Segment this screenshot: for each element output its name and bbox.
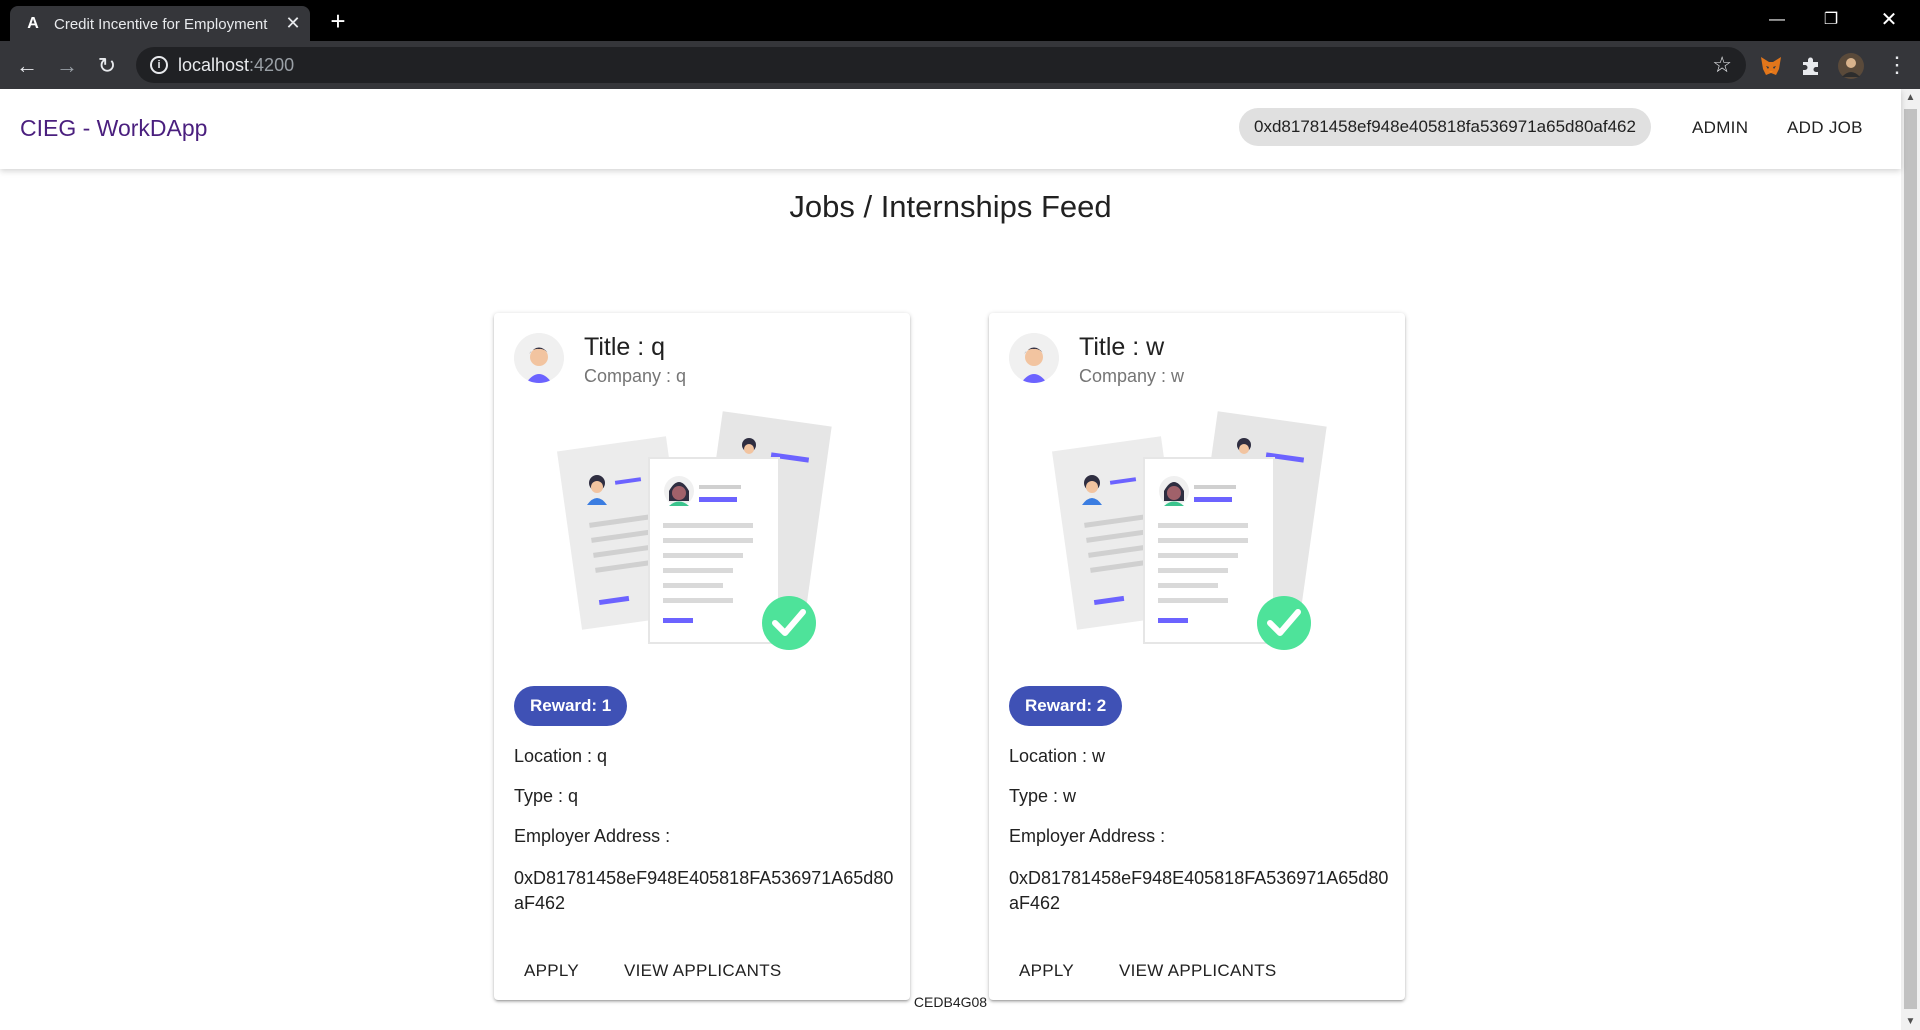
profile-avatar-icon[interactable] xyxy=(1838,53,1864,79)
reward-badge: Reward: 2 xyxy=(1009,686,1123,726)
job-location: Location : q xyxy=(514,746,608,766)
tab-title: Credit Incentive for Employment xyxy=(54,16,268,33)
job-company: Company : q xyxy=(584,366,687,386)
job-card: Title : w Company : w Reward: 2 Location… xyxy=(989,313,1405,1000)
job-location: Location : w xyxy=(1009,746,1106,766)
view-applicants-button[interactable]: VIEW APPLICANTS xyxy=(1109,953,1287,989)
resumes-illustration xyxy=(557,411,832,650)
job-title: Title : q xyxy=(584,333,666,361)
app-brand[interactable]: CIEG - WorkDApp xyxy=(20,115,207,142)
new-tab-icon[interactable]: + xyxy=(324,8,352,36)
browser-menu-kebab-icon[interactable]: ⋮ xyxy=(1886,50,1908,80)
minimize-window-icon[interactable]: — xyxy=(1754,4,1800,36)
job-company: Company : w xyxy=(1079,366,1185,386)
view-applicants-button[interactable]: VIEW APPLICANTS xyxy=(614,953,792,989)
browser-tab-active[interactable]: A Credit Incentive for Employment ✕ xyxy=(10,6,310,41)
app-header: CIEG - WorkDApp 0xd81781458ef948e405818f… xyxy=(0,89,1901,169)
nav-admin-button[interactable]: ADMIN xyxy=(1692,118,1748,138)
url-text: localhost:4200 xyxy=(178,55,295,75)
site-info-icon[interactable]: i xyxy=(150,56,168,74)
forward-arrow-icon[interactable]: → xyxy=(52,51,82,81)
address-bar[interactable]: i localhost:4200 ☆ xyxy=(136,47,1746,83)
employer-avatar-icon xyxy=(1009,333,1059,383)
resumes-illustration xyxy=(1052,411,1327,650)
employer-address-value: 0xD81781458eF948E405818FA536971A65d80aF4… xyxy=(514,868,894,913)
employer-address-label: Employer Address : xyxy=(514,826,671,846)
restore-window-icon[interactable]: ❐ xyxy=(1808,4,1854,36)
footer-code: CEDB4G08 xyxy=(913,994,988,1010)
reload-icon[interactable]: ↻ xyxy=(92,51,122,81)
back-arrow-icon[interactable]: ← xyxy=(12,51,42,81)
scroll-down-arrow-icon[interactable]: ▼ xyxy=(1905,1017,1916,1027)
scrollbar-thumb[interactable] xyxy=(1904,109,1917,1009)
job-card: Title : q Company : q Reward: 1 Location… xyxy=(494,313,910,1000)
employer-address-value: 0xD81781458eF948E405818FA536971A65d80aF4… xyxy=(1009,868,1389,913)
employer-avatar-icon xyxy=(514,333,564,383)
close-tab-icon[interactable]: ✕ xyxy=(282,12,304,34)
extensions-puzzle-icon[interactable] xyxy=(1798,53,1824,79)
metamask-fox-icon[interactable] xyxy=(1758,53,1784,79)
employer-address-label: Employer Address : xyxy=(1009,826,1166,846)
close-window-icon[interactable]: ✕ xyxy=(1866,4,1912,36)
job-title: Title : w xyxy=(1079,333,1165,361)
scroll-up-arrow-icon[interactable]: ▲ xyxy=(1905,93,1916,103)
wallet-address-chip: 0xd81781458ef948e405818fa536971a65d80af4… xyxy=(1239,108,1651,146)
angular-favicon-icon: A xyxy=(27,15,39,32)
job-type: Type : w xyxy=(1009,786,1077,806)
page-scrollbar[interactable]: ▲ ▼ xyxy=(1901,89,1920,1030)
browser-toolbar: ← → ↻ i localhost:4200 ☆ ⋮ xyxy=(0,41,1920,89)
bookmark-star-icon[interactable]: ☆ xyxy=(1712,51,1732,79)
job-type: Type : q xyxy=(514,786,579,806)
apply-button[interactable]: APPLY xyxy=(1009,953,1084,989)
browser-tab-strip: A Credit Incentive for Employment ✕ + — … xyxy=(0,0,1920,41)
nav-add-job-button[interactable]: ADD JOB xyxy=(1787,118,1863,138)
apply-button[interactable]: APPLY xyxy=(514,953,589,989)
feed-title: Jobs / Internships Feed xyxy=(789,189,1112,224)
page-viewport: CIEG - WorkDApp 0xd81781458ef948e405818f… xyxy=(0,89,1920,1030)
reward-badge: Reward: 1 xyxy=(514,686,628,726)
